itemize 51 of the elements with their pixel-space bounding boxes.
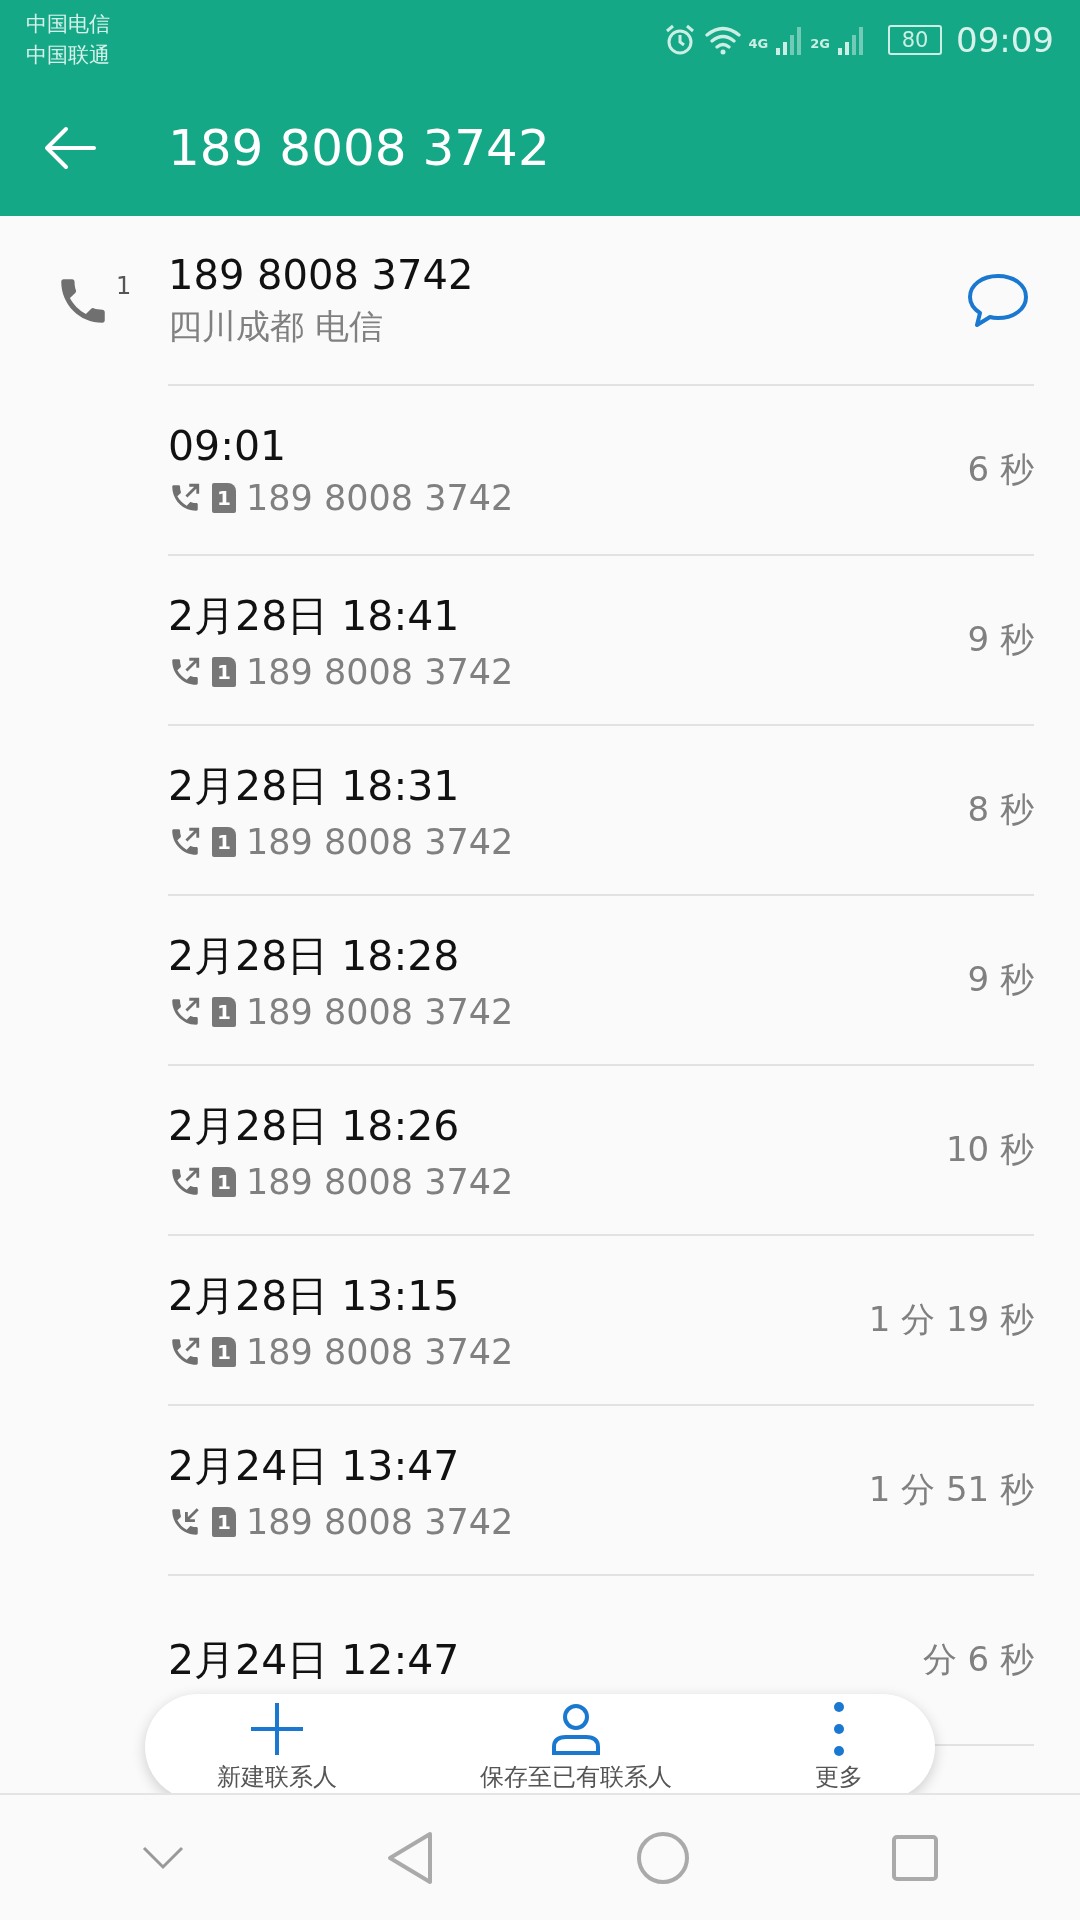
call-number: 189 8008 3742 bbox=[246, 478, 514, 518]
carrier-name: 中国电信 bbox=[26, 11, 110, 38]
call-time: 2月28日 18:31 bbox=[168, 760, 461, 812]
call-number: 189 8008 3742 bbox=[246, 1501, 514, 1542]
call-time: 2月28日 13:15 bbox=[168, 1270, 461, 1322]
contact-number: 189 8008 3742 bbox=[168, 252, 475, 298]
call-count: 1 bbox=[116, 272, 132, 300]
call-duration: 1 分 19 秒 bbox=[868, 1298, 1034, 1341]
call-number: 189 8008 3742 bbox=[246, 991, 514, 1032]
call-duration: 分 6 秒 bbox=[922, 1638, 1034, 1681]
call-duration: 9 秒 bbox=[967, 618, 1034, 661]
message-icon[interactable] bbox=[966, 272, 1030, 330]
sim-card-icon: 1 bbox=[212, 656, 236, 687]
call-time: 2月28日 18:41 bbox=[168, 590, 461, 642]
call-time: 2月28日 18:26 bbox=[168, 1100, 461, 1152]
signal-icon bbox=[836, 24, 866, 56]
call-time: 2月28日 18:28 bbox=[168, 930, 461, 982]
call-number: 189 8008 3742 bbox=[246, 821, 514, 862]
back-arrow-icon[interactable] bbox=[42, 124, 98, 172]
call-time: 09:01 bbox=[168, 422, 288, 470]
call-time: 2月24日 12:47 bbox=[168, 1634, 460, 1686]
call-duration: 6 秒 bbox=[967, 448, 1034, 491]
network-type: 2G bbox=[810, 36, 830, 51]
sim-card-icon: 1 bbox=[212, 1336, 236, 1367]
call-number: 189 8008 3742 bbox=[246, 651, 514, 692]
call-duration: 10 秒 bbox=[945, 1128, 1034, 1171]
action-button[interactable]: 更多 bbox=[805, 1697, 874, 1793]
action-button[interactable]: 新建联系人 bbox=[206, 1697, 347, 1793]
status-time: 09:09 bbox=[956, 20, 1054, 60]
network-type: 4G bbox=[748, 36, 769, 51]
number-location: 四川成都 电信 bbox=[168, 305, 384, 348]
call-number: 189 8008 3742 bbox=[246, 1331, 514, 1372]
call-number: 189 8008 3742 bbox=[246, 1161, 514, 1202]
sim-card-icon: 1 bbox=[212, 1166, 236, 1197]
sim-card-icon: 1 bbox=[212, 483, 236, 513]
chevron-down-icon[interactable] bbox=[140, 1844, 185, 1871]
recents-icon[interactable] bbox=[891, 1833, 940, 1882]
plus-icon bbox=[248, 1701, 305, 1757]
back-icon[interactable] bbox=[386, 1829, 435, 1886]
call-duration: 1 分 51 秒 bbox=[868, 1468, 1034, 1511]
call-duration: 8 秒 bbox=[967, 788, 1034, 831]
home-icon[interactable] bbox=[635, 1830, 690, 1885]
action-button[interactable]: 保存至已有联系人 bbox=[470, 1697, 682, 1793]
call-duration: 9 秒 bbox=[967, 958, 1034, 1001]
sim-card-icon: 1 bbox=[212, 1506, 236, 1537]
sim-card-icon: 1 bbox=[212, 826, 236, 857]
carrier-name: 中国联通 bbox=[26, 42, 110, 69]
page-title: 189 8008 3742 bbox=[168, 119, 550, 177]
call-time: 2月24日 13:47 bbox=[168, 1440, 461, 1492]
sim-card-icon: 1 bbox=[212, 996, 236, 1027]
battery-icon: 80 bbox=[888, 25, 942, 55]
